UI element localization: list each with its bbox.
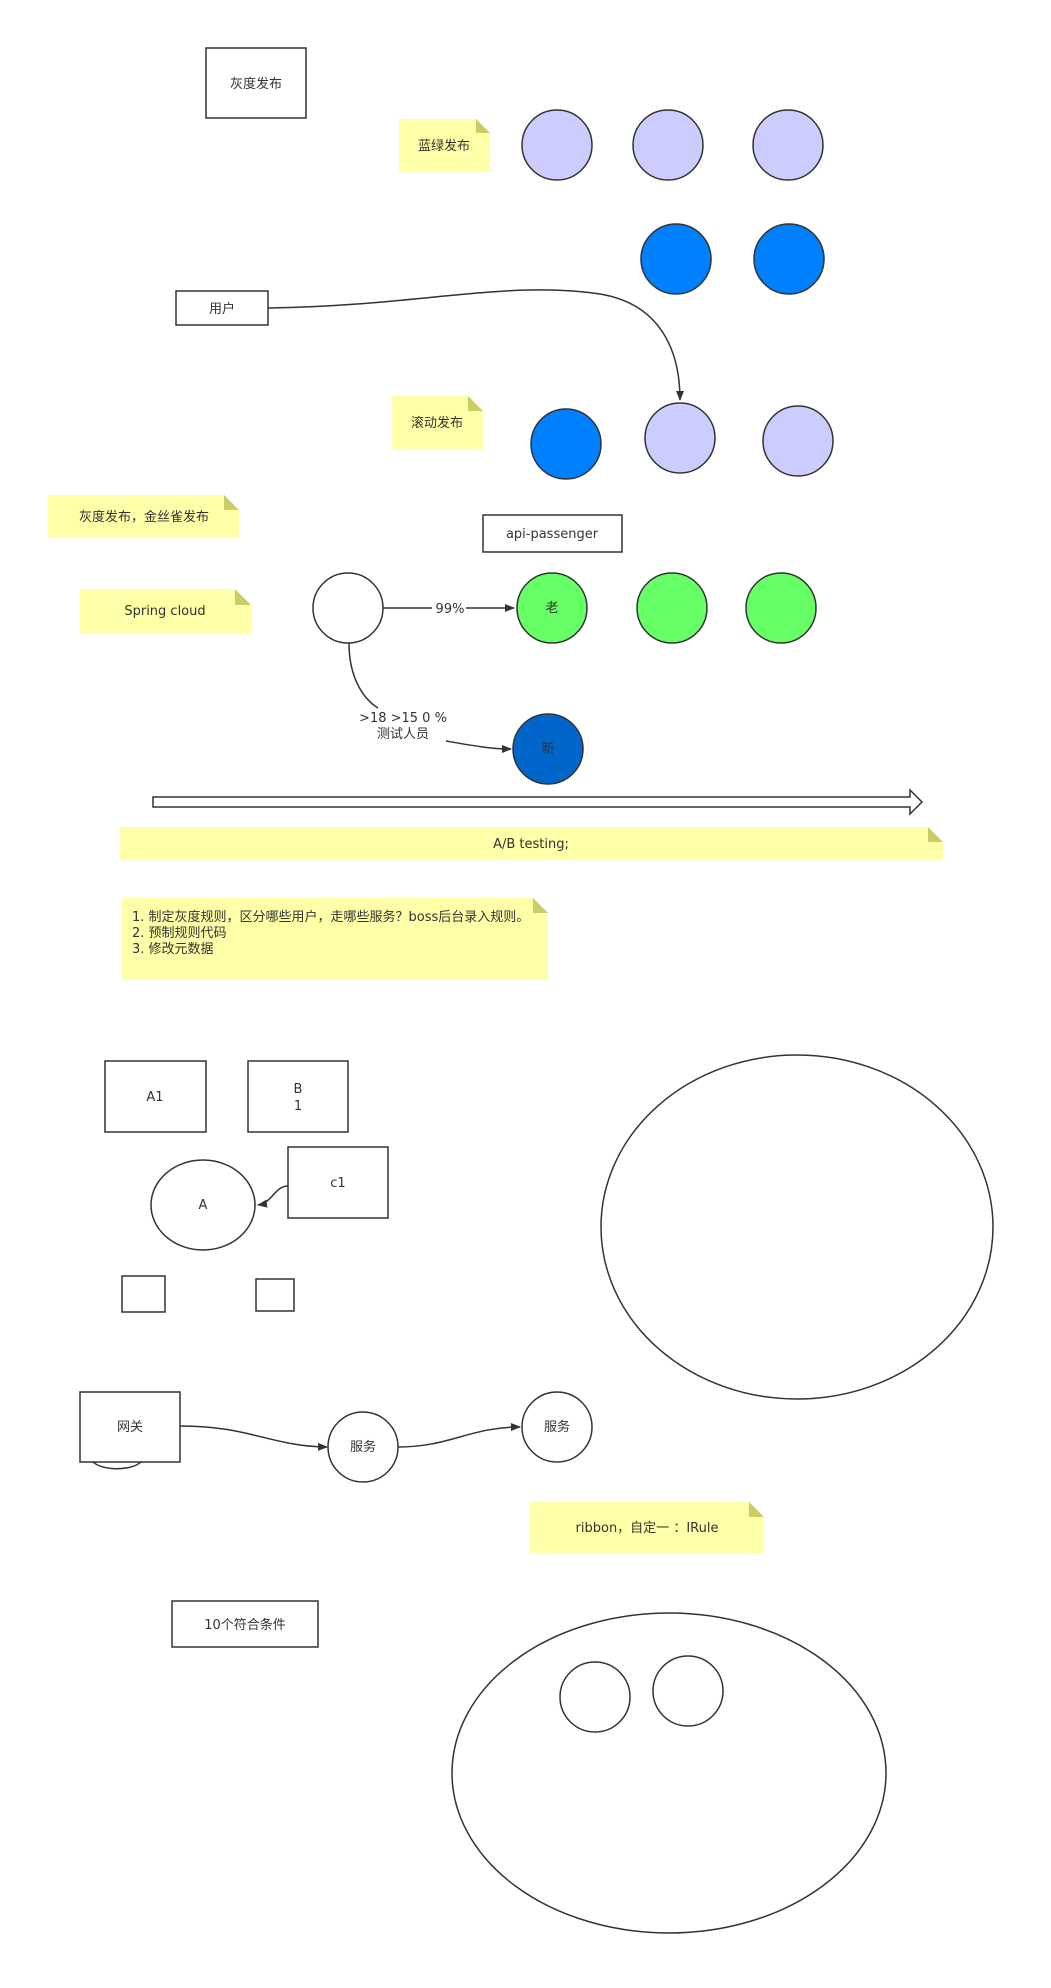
- api-passenger-label: api-passenger: [506, 527, 599, 542]
- blue-green-note[interactable]: 蓝绿发布: [399, 119, 490, 172]
- rolling-note[interactable]: 滚动发布: [392, 396, 483, 449]
- service-to-service-edge[interactable]: [397, 1423, 521, 1448]
- small-box-2[interactable]: [255, 1278, 295, 1312]
- user-box[interactable]: 用户: [175, 290, 269, 326]
- old-service-node-2[interactable]: [636, 572, 708, 644]
- b1-box[interactable]: B 1: [247, 1060, 349, 1133]
- route-99-label: 99%: [436, 602, 465, 617]
- large-ellipse[interactable]: [600, 1054, 994, 1400]
- c1-box[interactable]: c1: [287, 1146, 389, 1219]
- rolling-node-2[interactable]: [644, 402, 716, 474]
- service-node-2[interactable]: 服务: [521, 1391, 593, 1463]
- ab-testing-note[interactable]: A/B testing;: [120, 827, 943, 860]
- gateway-to-service-edge[interactable]: [179, 1425, 328, 1451]
- c1-to-a-edge[interactable]: [257, 1185, 289, 1208]
- route-condition-edge-a[interactable]: [348, 642, 379, 709]
- step-3: 3. 修改元数据: [132, 942, 214, 957]
- service-2-label: 服务: [544, 1419, 570, 1435]
- rolling-node-1[interactable]: [530, 408, 602, 480]
- spring-cloud-label: Spring cloud: [124, 604, 205, 619]
- user-to-node-edge[interactable]: [267, 289, 684, 401]
- ab-testing-label: A/B testing;: [493, 837, 569, 852]
- blue-env-node-2[interactable]: [632, 109, 704, 181]
- ribbon-note[interactable]: ribbon，自定一 ：IRule: [530, 1502, 764, 1553]
- gateway-underline-arc: [92, 1461, 142, 1470]
- diagram-canvas: 灰度发布 蓝绿发布 用户 滚动发布 灰度发布，金丝雀发布 api-passeng…: [48, 47, 994, 1934]
- router-node[interactable]: [312, 572, 384, 644]
- route-condition-edge-b[interactable]: [445, 740, 512, 753]
- old-service-node-3[interactable]: [745, 572, 817, 644]
- b1-label-line2: 1: [294, 1099, 302, 1114]
- api-passenger-box[interactable]: api-passenger: [482, 514, 623, 553]
- old-label: 老: [545, 601, 558, 616]
- gray-release-label: 灰度发布: [230, 76, 282, 92]
- canary-note[interactable]: 灰度发布，金丝雀发布: [48, 495, 239, 538]
- ten-conditions-label: 10个符合条件: [204, 1617, 286, 1633]
- inner-circle-1[interactable]: [559, 1661, 631, 1733]
- gray-release-box[interactable]: 灰度发布: [205, 47, 307, 119]
- ribbon-label: ribbon，自定一 ：IRule: [576, 1521, 719, 1536]
- inner-circle-2[interactable]: [652, 1655, 724, 1727]
- new-label: 新: [541, 741, 554, 757]
- condition-label-1: >18 >15 0 %: [359, 711, 447, 726]
- green-env-node-2[interactable]: [753, 223, 825, 295]
- gateway-box[interactable]: 网关: [79, 1391, 181, 1463]
- canary-label: 灰度发布，金丝雀发布: [79, 509, 209, 525]
- b1-label-line1: B: [294, 1082, 303, 1097]
- c1-label: c1: [330, 1176, 345, 1191]
- blue-green-label: 蓝绿发布: [418, 138, 470, 154]
- steps-note[interactable]: 1. 制定灰度规则，区分哪些用户，走哪些服务？boss后台录入规则。 2. 预制…: [122, 898, 548, 980]
- a-label: A: [199, 1198, 208, 1213]
- step-2: 2. 预制规则代码: [132, 926, 227, 941]
- rolling-label: 滚动发布: [411, 415, 463, 431]
- service-node-1[interactable]: 服务: [327, 1411, 399, 1483]
- condition-label-2: 测试人员: [377, 727, 429, 742]
- spring-cloud-note[interactable]: Spring cloud: [80, 589, 251, 634]
- green-env-node-1[interactable]: [640, 223, 712, 295]
- timeline-arrow: [152, 788, 924, 816]
- a-node[interactable]: A: [150, 1159, 256, 1251]
- blue-env-node-1[interactable]: [521, 109, 593, 181]
- service-1-label: 服务: [350, 1439, 376, 1455]
- a1-box[interactable]: A1: [104, 1060, 207, 1133]
- a1-label: A1: [146, 1090, 163, 1105]
- small-box-1[interactable]: [121, 1275, 166, 1313]
- gateway-label: 网关: [117, 1420, 143, 1435]
- new-service-node[interactable]: 新: [512, 713, 584, 785]
- rolling-node-3[interactable]: [762, 405, 834, 477]
- blue-env-node-3[interactable]: [752, 109, 824, 181]
- old-service-node[interactable]: 老: [516, 572, 588, 644]
- ten-conditions-box[interactable]: 10个符合条件: [171, 1600, 319, 1648]
- user-label: 用户: [209, 301, 235, 317]
- step-1: 1. 制定灰度规则，区分哪些用户，走哪些服务？boss后台录入规则。: [132, 909, 529, 925]
